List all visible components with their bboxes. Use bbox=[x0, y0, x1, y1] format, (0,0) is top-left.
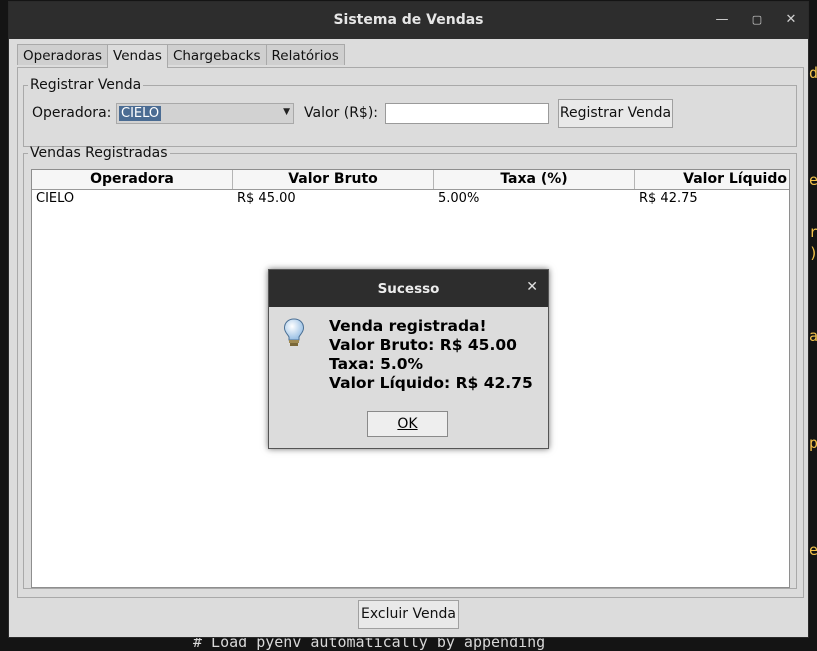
tab-vendas[interactable]: Vendas bbox=[107, 44, 168, 68]
minimize-icon[interactable]: — bbox=[712, 10, 732, 30]
tab-chargebacks[interactable]: Chargebacks bbox=[166, 44, 267, 65]
operadora-selected-value: CIELO bbox=[119, 106, 162, 121]
dialog-line: Taxa: 5.0% bbox=[329, 355, 424, 373]
cell-valor-liquido: R$ 42.75 bbox=[639, 191, 698, 206]
success-dialog: Sucesso ✕ Venda registrada! Valor Bruto:… bbox=[268, 269, 549, 449]
table-header: Operadora Valor Bruto Taxa (%) Valor Líq… bbox=[32, 170, 789, 190]
tab-operadoras[interactable]: Operadoras bbox=[17, 44, 109, 65]
cell-valor-bruto: R$ 45.00 bbox=[237, 191, 296, 206]
excluir-venda-button[interactable]: Excluir Venda bbox=[358, 600, 459, 629]
table-row[interactable]: CIELO R$ 45.00 5.00% R$ 42.75 bbox=[32, 190, 789, 208]
dialog-line: Valor Bruto: R$ 45.00 bbox=[329, 336, 517, 354]
dialog-message: Venda registrada! Valor Bruto: R$ 45.00 … bbox=[329, 317, 533, 393]
terminal-edge-char: e bbox=[809, 171, 817, 189]
tab-relatorios[interactable]: Relatórios bbox=[265, 44, 345, 65]
terminal-edge-char: e bbox=[809, 541, 817, 559]
cell-taxa: 5.00% bbox=[438, 191, 480, 206]
chevron-down-icon[interactable]: ▼ bbox=[283, 107, 290, 117]
valor-input[interactable] bbox=[385, 103, 549, 124]
lightbulb-icon bbox=[283, 318, 305, 346]
sales-list-legend: Vendas Registradas bbox=[30, 145, 168, 161]
dialog-title: Sucesso bbox=[377, 281, 440, 297]
terminal-edge-char: d bbox=[809, 64, 817, 82]
register-sale-legend: Registrar Venda bbox=[30, 77, 142, 93]
close-icon[interactable]: ✕ bbox=[781, 10, 801, 30]
operadora-label: Operadora: bbox=[32, 105, 112, 121]
terminal-edge-char: r bbox=[809, 223, 817, 241]
ok-button[interactable]: OK bbox=[367, 411, 448, 437]
tab-bar: Operadoras Vendas Chargebacks Relatórios bbox=[17, 44, 345, 68]
column-header-operadora[interactable]: Operadora bbox=[32, 170, 233, 189]
registrar-venda-button[interactable]: Registrar Venda bbox=[558, 99, 673, 128]
column-header-taxa[interactable]: Taxa (%) bbox=[434, 170, 635, 189]
valor-label: Valor (R$): bbox=[304, 105, 379, 121]
ok-button-label: OK bbox=[397, 416, 418, 432]
maximize-icon[interactable]: ▢ bbox=[747, 10, 767, 30]
terminal-edge-char: a bbox=[809, 327, 817, 345]
title-bar[interactable]: Sistema de Vendas — ▢ ✕ bbox=[9, 2, 808, 39]
dialog-title-bar[interactable]: Sucesso ✕ bbox=[269, 270, 548, 307]
dialog-line: Valor Líquido: R$ 42.75 bbox=[329, 374, 533, 392]
column-header-valor-bruto[interactable]: Valor Bruto bbox=[233, 170, 434, 189]
cell-operadora: CIELO bbox=[36, 191, 75, 206]
window-title: Sistema de Vendas bbox=[333, 12, 484, 28]
dialog-line: Venda registrada! bbox=[329, 317, 487, 335]
terminal-edge-char: p bbox=[809, 434, 817, 452]
dialog-close-icon[interactable]: ✕ bbox=[526, 279, 538, 295]
operadora-select[interactable]: CIELO ▼ bbox=[116, 103, 294, 124]
terminal-edge-char: ) bbox=[809, 244, 817, 262]
column-header-valor-liquido[interactable]: Valor Líquido bbox=[635, 170, 789, 189]
